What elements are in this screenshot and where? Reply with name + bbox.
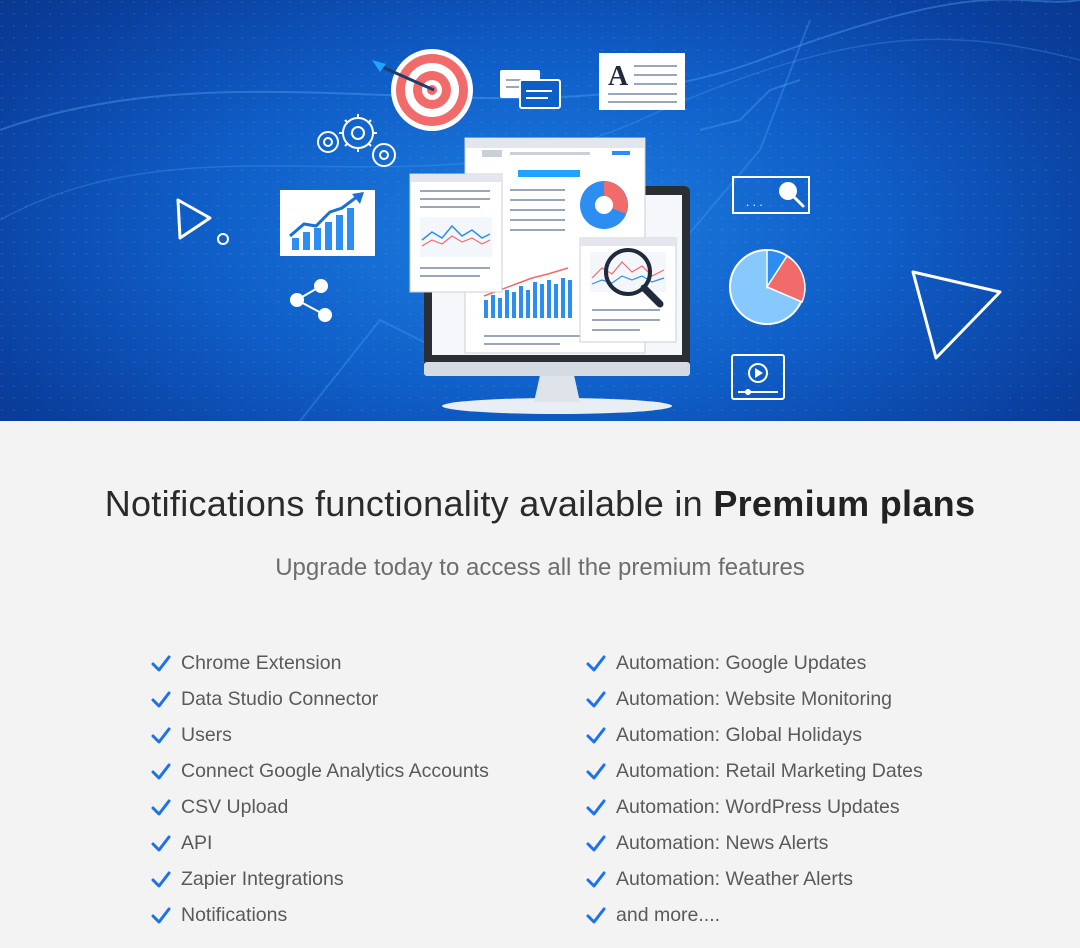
hero-banner: A . . . xyxy=(0,0,1080,421)
checkmark-icon xyxy=(151,655,171,672)
feature-item: Automation: News Alerts xyxy=(585,825,923,861)
feature-label: Zapier Integrations xyxy=(181,867,344,890)
checkmark-icon xyxy=(151,763,171,780)
checkmark-icon xyxy=(151,871,171,888)
feature-item: Connect Google Analytics Accounts xyxy=(150,753,489,789)
feature-label: Automation: News Alerts xyxy=(616,831,829,854)
title-regular: Notifications functionality available in xyxy=(104,483,714,524)
feature-item: API xyxy=(150,825,489,861)
feature-list: Chrome Extension Data Studio Connector Use… xyxy=(0,645,1080,945)
feature-column-right: Automation: Google Updates Automation: We… xyxy=(585,645,923,933)
checkmark-icon xyxy=(586,655,606,672)
feature-label: and more.... xyxy=(616,903,721,926)
upgrade-section: Notifications functionality available in… xyxy=(0,421,1080,948)
checkmark-icon xyxy=(151,907,171,924)
page-title: Notifications functionality available in… xyxy=(0,483,1080,525)
svg-text:A: A xyxy=(608,61,629,92)
page-subtitle: Upgrade today to access all the premium … xyxy=(275,554,805,581)
feature-label: Data Studio Connector xyxy=(181,687,379,710)
checkmark-icon xyxy=(586,907,606,924)
checkmark-icon xyxy=(151,691,171,708)
checkmark-icon xyxy=(151,727,171,744)
feature-column-left: Chrome Extension Data Studio Connector Use… xyxy=(150,645,489,933)
feature-item: Automation: Global Holidays xyxy=(585,717,923,753)
feature-label: Connect Google Analytics Accounts xyxy=(181,759,489,782)
hero-illustration: A . . . xyxy=(0,0,1080,421)
feature-label: Automation: WordPress Updates xyxy=(616,795,900,818)
feature-label: Automation: Weather Alerts xyxy=(616,867,854,890)
feature-label: Users xyxy=(181,723,232,746)
feature-item: Automation: Weather Alerts xyxy=(585,861,923,897)
checkmark-icon xyxy=(151,835,171,852)
feature-label: Automation: Global Holidays xyxy=(616,723,863,746)
checkmark-icon xyxy=(586,871,606,888)
feature-item: Automation: Google Updates xyxy=(585,645,923,681)
checkmark-icon xyxy=(586,763,606,780)
feature-item: Chrome Extension xyxy=(150,645,489,681)
feature-item: Zapier Integrations xyxy=(150,861,489,897)
checkmark-icon xyxy=(151,799,171,816)
growth-chart-icon xyxy=(280,190,375,256)
feature-item: Data Studio Connector xyxy=(150,681,489,717)
feature-label: Automation: Google Updates xyxy=(616,651,867,674)
feature-item: CSV Upload xyxy=(150,789,489,825)
svg-text:. . .: . . . xyxy=(746,195,763,209)
document-text-icon: A xyxy=(599,53,685,110)
feature-label: Automation: Website Monitoring xyxy=(616,687,893,710)
checkmark-icon xyxy=(586,691,606,708)
checkmark-icon xyxy=(586,799,606,816)
feature-label: Notifications xyxy=(181,903,288,926)
feature-item: and more.... xyxy=(585,897,923,933)
feature-item: Automation: Website Monitoring xyxy=(585,681,923,717)
feature-label: API xyxy=(181,831,213,854)
checkmark-icon xyxy=(586,727,606,744)
feature-item: Automation: WordPress Updates xyxy=(585,789,923,825)
feature-label: Chrome Extension xyxy=(181,651,342,674)
feature-label: Automation: Retail Marketing Dates xyxy=(616,759,923,782)
feature-label: CSV Upload xyxy=(181,795,289,818)
feature-item: Automation: Retail Marketing Dates xyxy=(585,753,923,789)
feature-item: Users xyxy=(150,717,489,753)
title-bold: Premium plans xyxy=(713,483,976,524)
checkmark-icon xyxy=(586,835,606,852)
pie-chart-icon xyxy=(729,249,806,325)
feature-item: Notifications xyxy=(150,897,489,933)
